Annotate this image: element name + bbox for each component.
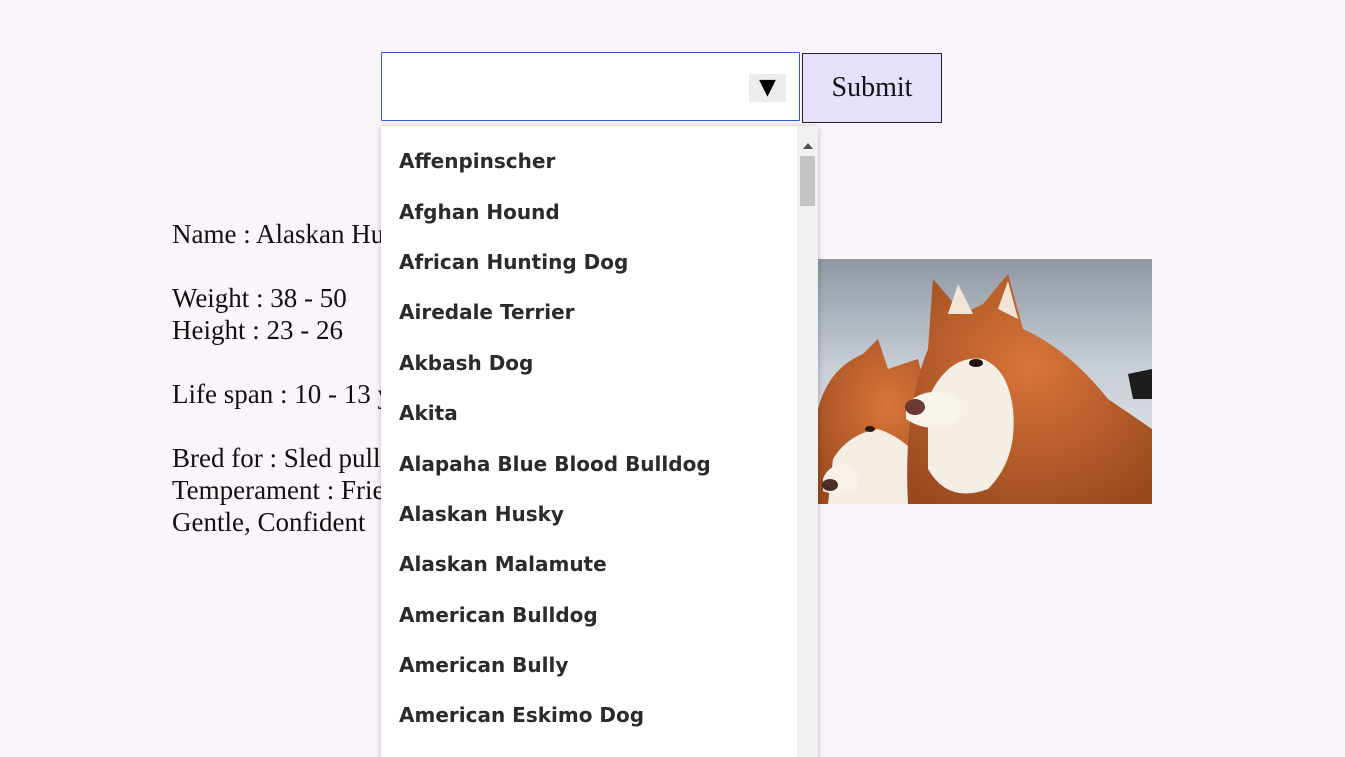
- breed-info: Name : Alaskan Husky Weight : 38 - 50 He…: [172, 218, 392, 538]
- breed-bred-for: Bred for : Sled pulling: [172, 443, 392, 473]
- breed-name: Name : Alaskan Husky: [172, 219, 392, 249]
- dropdown-option[interactable]: Akita: [381, 388, 797, 438]
- scroll-up-arrow-icon[interactable]: [797, 140, 818, 152]
- breed-dropdown-list[interactable]: Affenpinscher Afghan Hound African Hunting…: [381, 126, 818, 757]
- dropdown-option[interactable]: American Bully: [381, 640, 797, 690]
- breed-select[interactable]: ▼: [381, 52, 800, 121]
- submit-button[interactable]: Submit: [802, 53, 942, 123]
- dropdown-option[interactable]: Airedale Terrier: [381, 287, 797, 337]
- dropdown-option[interactable]: Alapaha Blue Blood Bulldog: [381, 438, 797, 488]
- breed-life-span: Life span : 10 - 13 years: [172, 379, 392, 409]
- dropdown-option[interactable]: Akbash Dog: [381, 338, 797, 388]
- dropdown-options[interactable]: Affenpinscher Afghan Hound African Hunting…: [381, 136, 797, 757]
- dropdown-option[interactable]: African Hunting Dog: [381, 237, 797, 287]
- breed-temperament-cont: Gentle, Confident: [172, 507, 366, 537]
- breed-temperament: Temperament : Friendly, Energetic, Loyal…: [172, 475, 392, 505]
- dropdown-option[interactable]: Afghan Hound: [381, 186, 797, 236]
- dropdown-option[interactable]: Alaskan Malamute: [381, 539, 797, 589]
- dropdown-option[interactable]: American Eskimo Dog: [381, 690, 797, 740]
- dropdown-option[interactable]: Alaskan Husky: [381, 489, 797, 539]
- dropdown-arrow-icon[interactable]: ▼: [749, 74, 786, 102]
- breed-height: Height : 23 - 26: [172, 315, 343, 345]
- dropdown-option[interactable]: American Bulldog: [381, 590, 797, 640]
- dropdown-scrollbar[interactable]: [797, 126, 818, 757]
- scroll-thumb[interactable]: [800, 156, 815, 206]
- dog-image: [808, 259, 1152, 504]
- dropdown-option[interactable]: Affenpinscher: [381, 136, 797, 186]
- breed-weight: Weight : 38 - 50: [172, 283, 347, 313]
- dropdown-option[interactable]: American Foxhound: [381, 741, 797, 757]
